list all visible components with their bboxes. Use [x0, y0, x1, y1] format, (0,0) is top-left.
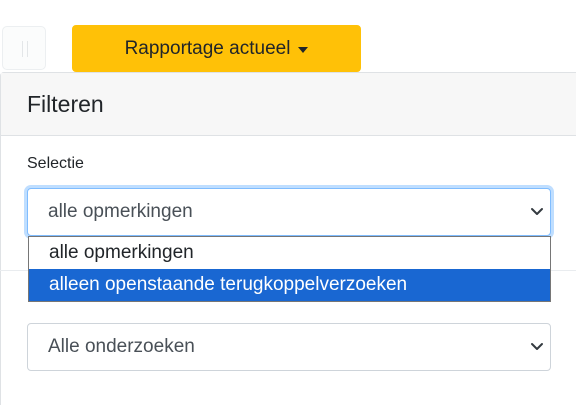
menu-icon	[22, 41, 28, 57]
dropdown-option-all-remarks[interactable]: alle opmerkingen	[29, 237, 550, 269]
chevron-down-icon	[531, 208, 543, 215]
selection-dropdown-list: alle opmerkingen alleen openstaande teru…	[28, 236, 551, 302]
filter-panel-title: Filteren	[27, 90, 104, 117]
selection-select[interactable]: alle opmerkingen	[27, 188, 551, 236]
report-dropdown-button[interactable]: Rapportage actueel	[72, 25, 361, 72]
selection-select-value: alle opmerkingen	[48, 201, 193, 222]
filter-panel-header: Filteren	[1, 73, 576, 136]
selection-label: Selectie	[27, 155, 84, 172]
report-button-label: Rapportage actueel	[124, 37, 291, 59]
chevron-down-icon	[531, 343, 543, 350]
caret-down-icon	[298, 46, 309, 53]
investigation-select[interactable]: Alle onderzoeken	[27, 323, 551, 371]
sidebar-toggle-button[interactable]	[2, 26, 46, 70]
investigation-select-value: Alle onderzoeken	[48, 336, 195, 357]
page: Rapportage actueel Filteren Selectie all…	[0, 0, 576, 405]
dropdown-option-open-feedback-requests[interactable]: alleen openstaande terugkoppelverzoeken	[29, 269, 550, 301]
